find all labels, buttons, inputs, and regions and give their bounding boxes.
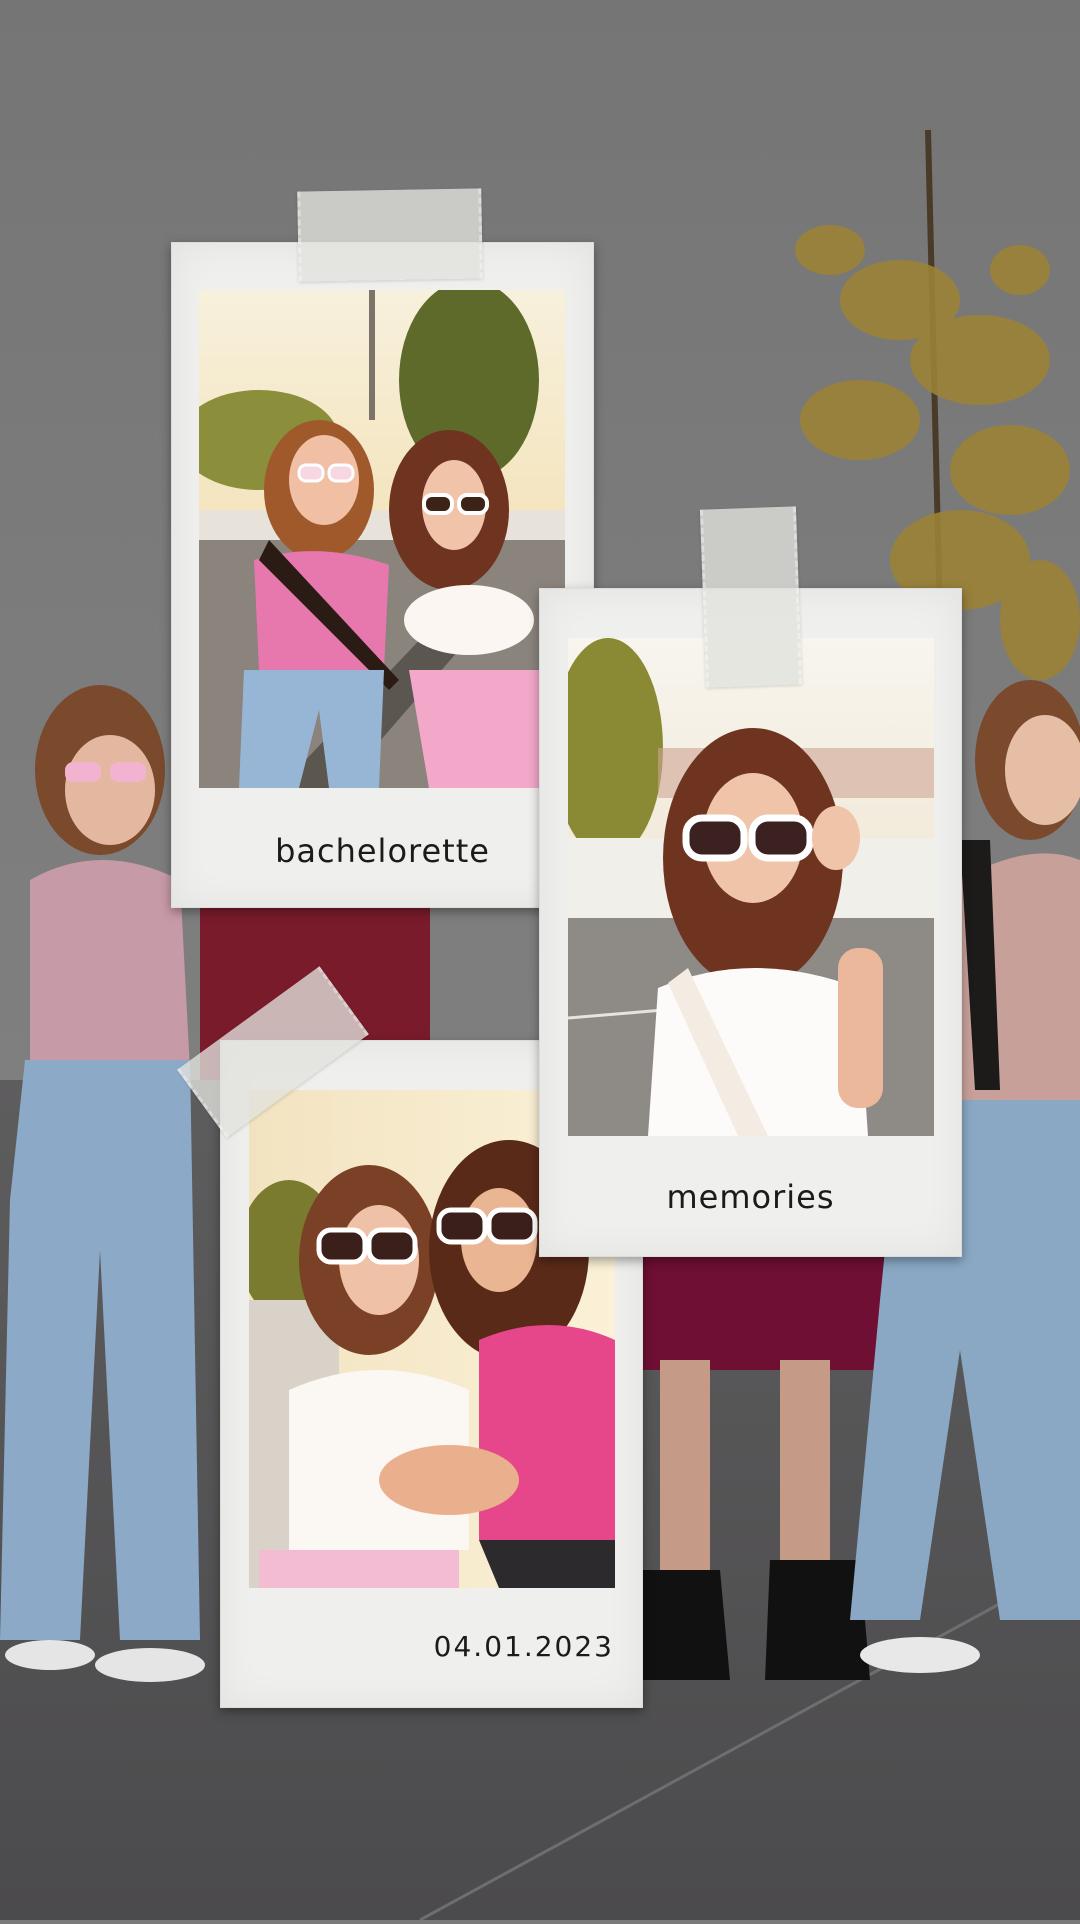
photo-two-friends-heart-sunglasses bbox=[199, 290, 565, 788]
polaroid-bachelorette: bachelorette bbox=[171, 242, 594, 908]
tape-strip-top bbox=[297, 188, 483, 282]
caption-memories: memories bbox=[666, 1178, 835, 1216]
caption-bachelorette: bachelorette bbox=[275, 832, 490, 870]
tape-strip-right bbox=[699, 506, 803, 688]
caption-date: 04.01.2023 bbox=[433, 1630, 614, 1663]
photo-bride-heart-sunglasses bbox=[568, 638, 934, 1136]
polaroid-memories: memories bbox=[539, 588, 962, 1257]
